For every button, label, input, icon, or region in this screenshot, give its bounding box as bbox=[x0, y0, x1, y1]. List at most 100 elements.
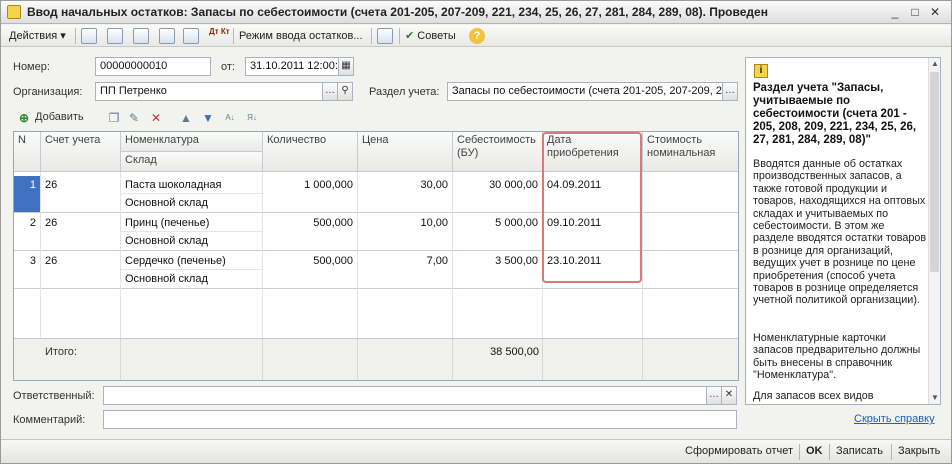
total-label: Итого: bbox=[45, 346, 77, 358]
cost-cell[interactable]: 30 000,00 bbox=[453, 176, 543, 194]
close-icon[interactable]: ✕ bbox=[927, 4, 943, 20]
toolbar-separator bbox=[75, 28, 76, 44]
scroll-up-icon[interactable]: ▲ bbox=[929, 58, 940, 70]
tips-button[interactable]: ✔ Советы bbox=[405, 28, 456, 44]
col-header-cost[interactable]: Себестоимость (БУ) bbox=[453, 132, 543, 172]
clear-icon[interactable]: ✕ bbox=[721, 386, 737, 405]
responsible-label: Ответственный: bbox=[13, 390, 95, 402]
maximize-icon[interactable]: □ bbox=[907, 4, 923, 20]
generate-report-button[interactable]: Сформировать отчет bbox=[685, 445, 793, 457]
hide-help-link[interactable]: Скрыть справку bbox=[854, 413, 935, 425]
sort-asc-icon[interactable]: A↓ bbox=[223, 111, 237, 125]
actions-menu[interactable]: Действия ▾ bbox=[9, 28, 66, 44]
nominal-cost-cell[interactable] bbox=[643, 252, 738, 256]
quantity-cell[interactable]: 500,000 bbox=[263, 214, 358, 232]
move-down-icon[interactable]: ▼ bbox=[201, 111, 215, 125]
input-mode-button[interactable]: Режим ввода остатков... bbox=[239, 28, 363, 44]
column-line bbox=[120, 172, 121, 338]
close-button[interactable]: Закрыть bbox=[898, 445, 940, 457]
bottom-bar: Сформировать отчет OK Записать Закрыть bbox=[1, 439, 951, 463]
price-cell[interactable]: 10,00 bbox=[358, 214, 453, 232]
ok-button[interactable]: OK bbox=[806, 445, 823, 457]
account-cell[interactable]: 26 bbox=[41, 252, 121, 270]
help-icon[interactable]: ? bbox=[469, 28, 485, 44]
row-number[interactable]: 3 bbox=[14, 252, 40, 270]
row-subdivider bbox=[121, 193, 263, 194]
price-cell[interactable]: 30,00 bbox=[358, 176, 453, 194]
cost-cell[interactable]: 3 500,00 bbox=[453, 252, 543, 270]
column-line bbox=[452, 172, 453, 338]
column-line bbox=[262, 339, 263, 380]
structure-icon[interactable] bbox=[377, 28, 393, 44]
row-number[interactable]: 2 bbox=[14, 214, 40, 232]
date-field[interactable]: 31.10.2011 12:00: bbox=[245, 57, 339, 76]
edit-icon[interactable]: ✎ bbox=[127, 111, 141, 125]
col-header-account[interactable]: Счет учета bbox=[41, 132, 121, 172]
help-panel: i Раздел учета "Запасы, учитываемые по с… bbox=[745, 57, 941, 405]
number-field[interactable]: 00000000010 bbox=[95, 57, 211, 76]
comment-label: Комментарий: bbox=[13, 414, 86, 426]
account-cell[interactable]: 26 bbox=[41, 214, 121, 232]
responsible-field[interactable] bbox=[103, 386, 707, 405]
number-label: Номер: bbox=[13, 61, 50, 73]
date-label: от: bbox=[221, 61, 235, 73]
column-line bbox=[262, 172, 263, 338]
refresh-icon[interactable] bbox=[107, 28, 123, 44]
col-header-nomenclature[interactable]: Номенклатура bbox=[121, 132, 263, 152]
row-divider bbox=[14, 288, 738, 289]
row-number[interactable]: 1 bbox=[14, 176, 40, 194]
fill-icon[interactable] bbox=[159, 28, 175, 44]
warehouse-cell[interactable]: Основной склад bbox=[121, 232, 263, 250]
nomenclature-cell[interactable]: Паста шоколадная bbox=[121, 176, 263, 194]
cost-cell[interactable]: 5 000,00 bbox=[453, 214, 543, 232]
nominal-cost-cell[interactable] bbox=[643, 214, 738, 218]
main-toolbar: Действия ▾ Дт Кт Режим ввода остатков...… bbox=[1, 25, 951, 47]
table-toolbar: ⊕ Добавить ❐ ✎ ✕ ▲ ▼ A↓ Я↓ bbox=[13, 109, 739, 129]
warehouse-cell[interactable]: Основной склад bbox=[121, 270, 263, 288]
select-dots-icon[interactable]: … bbox=[722, 82, 738, 101]
col-header-warehouse[interactable]: Склад bbox=[121, 152, 263, 172]
column-line bbox=[452, 339, 453, 380]
nominal-cost-cell[interactable] bbox=[643, 176, 738, 180]
nomenclature-cell[interactable]: Сердечко (печенье) bbox=[121, 252, 263, 270]
add-icon[interactable]: ⊕ bbox=[17, 111, 31, 125]
info-icon: i bbox=[754, 64, 768, 78]
title-bar: Ввод начальных остатков: Запасы по себес… bbox=[1, 1, 951, 24]
select-dots-icon[interactable]: … bbox=[322, 82, 338, 101]
add-button[interactable]: Добавить bbox=[35, 111, 84, 123]
copy-row-icon[interactable]: ❐ bbox=[107, 111, 121, 125]
organization-field[interactable]: ПП Петренко bbox=[95, 82, 323, 101]
calendar-icon[interactable]: ▦ bbox=[338, 57, 354, 76]
post-document-icon[interactable] bbox=[81, 28, 97, 44]
col-header-n[interactable]: N bbox=[14, 132, 41, 172]
move-up-icon[interactable]: ▲ bbox=[179, 111, 193, 125]
col-header-quantity[interactable]: Количество bbox=[263, 132, 358, 172]
col-header-price[interactable]: Цена bbox=[358, 132, 453, 172]
section-label: Раздел учета: bbox=[369, 86, 440, 98]
upload-icon[interactable] bbox=[183, 28, 199, 44]
section-field[interactable]: Запасы по себестоимости (счета 201-205, … bbox=[447, 82, 723, 101]
select-dots-icon[interactable]: … bbox=[706, 386, 722, 405]
dtkt-icon[interactable]: Дт Кт bbox=[209, 28, 230, 44]
col-header-nominal-cost[interactable]: Стоимость номинальная bbox=[643, 132, 738, 172]
help-scrollbar[interactable]: ▲ ▼ bbox=[928, 58, 940, 404]
quantity-cell[interactable]: 500,000 bbox=[263, 252, 358, 270]
quantity-cell[interactable]: 1 000,000 bbox=[263, 176, 358, 194]
delete-icon[interactable]: ✕ bbox=[149, 111, 163, 125]
save-button[interactable]: Записать bbox=[836, 445, 883, 457]
price-cell[interactable]: 7,00 bbox=[358, 252, 453, 270]
sort-desc-icon[interactable]: Я↓ bbox=[245, 111, 259, 125]
scroll-down-icon[interactable]: ▼ bbox=[929, 392, 940, 404]
column-line bbox=[120, 339, 121, 380]
column-line bbox=[542, 339, 543, 380]
comment-field[interactable] bbox=[103, 410, 737, 429]
account-cell[interactable]: 26 bbox=[41, 176, 121, 194]
search-icon[interactable]: ⚲ bbox=[337, 82, 353, 101]
copy-icon[interactable] bbox=[133, 28, 149, 44]
scroll-thumb[interactable] bbox=[930, 72, 939, 272]
warehouse-cell[interactable]: Основной склад bbox=[121, 194, 263, 212]
minimize-icon[interactable]: _ bbox=[887, 4, 903, 20]
nomenclature-cell[interactable]: Принц (печенье) bbox=[121, 214, 263, 232]
toolbar-separator bbox=[233, 28, 234, 44]
toolbar-separator bbox=[399, 28, 400, 44]
